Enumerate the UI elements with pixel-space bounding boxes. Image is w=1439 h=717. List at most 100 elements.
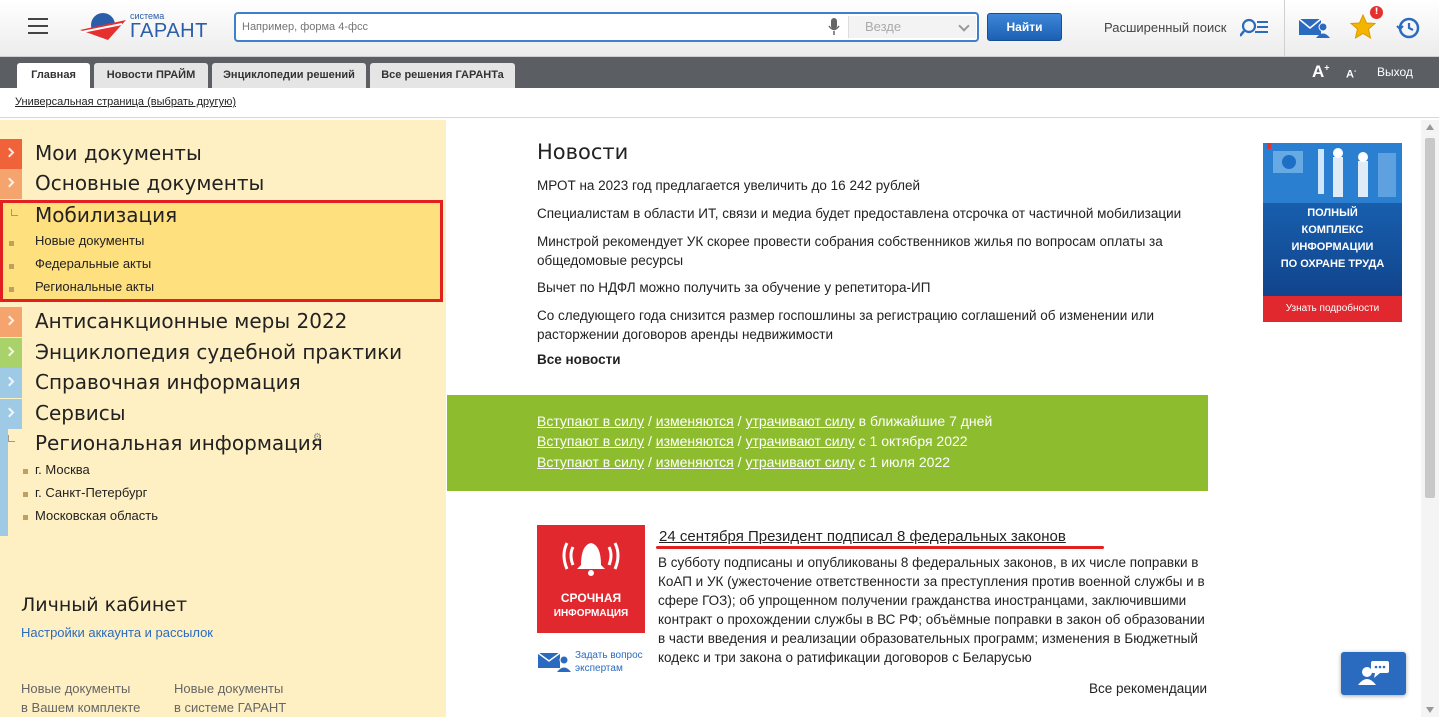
chevron-right-icon: [4, 346, 15, 357]
separator: /: [644, 433, 656, 449]
new-docs-your-kit-line: Новые документы: [21, 681, 131, 696]
lose-force-link[interactable]: утрачивают силу: [745, 454, 854, 470]
microphone-icon[interactable]: [828, 18, 840, 36]
lose-force-link[interactable]: утрачивают силу: [745, 413, 854, 429]
law-changes-band: Вступают в силу / изменяются / утрачиваю…: [447, 395, 1208, 491]
sidebar-item-services[interactable]: Сервисы: [0, 399, 446, 429]
sidebar-item-mobilization[interactable]: Мобилизация: [35, 203, 177, 227]
search-input[interactable]: [242, 18, 822, 36]
changing-link[interactable]: изменяются: [656, 413, 734, 429]
changing-link[interactable]: изменяются: [656, 433, 734, 449]
ask-experts-icon[interactable]: [537, 650, 571, 672]
expanded-corner-icon: [11, 209, 18, 216]
banner-line: ИНФОРМАЦИИ: [1291, 241, 1374, 253]
tab-all-solutions[interactable]: Все решения ГАРАНТа: [370, 63, 515, 88]
sidebar-sub-new-docs[interactable]: Новые документы: [35, 233, 144, 248]
separator: /: [644, 454, 656, 470]
advanced-search-link[interactable]: Расширенный поиск: [1104, 20, 1226, 35]
chevron-down-icon: [958, 20, 970, 32]
banner-details-link[interactable]: Узнать подробности: [1263, 296, 1402, 322]
office-people-illustration: [1263, 143, 1402, 203]
sidebar-item-label: Региональная информация: [35, 431, 323, 455]
scroll-down-icon[interactable]: [1426, 707, 1434, 713]
sidebar-item-antisanctions[interactable]: Антисанкционные меры 2022: [0, 307, 446, 337]
sidebar-item-reference[interactable]: Справочная информация: [0, 368, 446, 398]
sidebar-item-main-documents[interactable]: Основные документы: [0, 169, 446, 199]
news-item[interactable]: Со следующего года снизится размер госпо…: [537, 306, 1197, 344]
sidebar-sub-regional-acts[interactable]: Региональные акты: [35, 279, 154, 294]
font-decrease-button[interactable]: A-: [1346, 68, 1356, 81]
period-label: с 1 октября 2022: [858, 433, 968, 449]
new-docs-your-kit-line: в Вашем комплекте: [21, 700, 141, 715]
sidebar-marker: [0, 338, 22, 368]
advanced-search-icon[interactable]: [1240, 18, 1268, 38]
font-increase-letter: A: [1312, 62, 1325, 81]
logo-big-text: ГАРАНТ: [130, 20, 208, 42]
article-body: В субботу подписаны и опубликованы 8 фед…: [658, 555, 1205, 665]
exit-link[interactable]: Выход: [1377, 65, 1413, 79]
bullet-icon: [9, 241, 14, 246]
ask-experts-link[interactable]: Задать вопрос экспертам: [575, 649, 643, 675]
main-scrollbar[interactable]: [1421, 120, 1439, 717]
personal-cabinet-title: Личный кабинет: [21, 594, 188, 616]
favorites-badge: !: [1370, 6, 1383, 19]
changing-link[interactable]: изменяются: [656, 454, 734, 470]
sidebar-marker: [0, 368, 22, 398]
all-news-link[interactable]: Все новости: [537, 352, 621, 367]
title-highlight-underline: [656, 546, 1104, 549]
article-title-link[interactable]: 24 сентября Президент подписал 8 федерал…: [659, 528, 1066, 545]
banner-line: КОМПЛЕКС: [1301, 224, 1364, 236]
bullet-icon: [23, 492, 28, 497]
news-item[interactable]: Специалистам в области ИТ, связи и медиа…: [537, 204, 1197, 223]
font-increase-button[interactable]: A+: [1312, 62, 1330, 82]
sidebar-item-my-documents[interactable]: Мои документы: [0, 139, 446, 169]
history-icon[interactable]: [1396, 16, 1420, 40]
gear-icon[interactable]: ⚙: [313, 432, 322, 443]
all-recommendations-link[interactable]: Все рекомендации: [1089, 681, 1207, 696]
garant-logo-icon: [80, 13, 126, 40]
account-settings-link[interactable]: Настройки аккаунта и рассылок: [21, 625, 213, 640]
law-changes-row: Вступают в силу / изменяются / утрачиваю…: [537, 454, 950, 470]
sidebar-sub-moscow[interactable]: г. Москва: [35, 462, 90, 477]
news-item[interactable]: Минстрой рекомендует УК скорее провести …: [537, 232, 1197, 270]
sidebar-sub-federal-acts[interactable]: Федеральные акты: [35, 256, 151, 271]
universal-page-link[interactable]: Универсальная страница (выбрать другую): [15, 96, 236, 108]
scroll-up-icon[interactable]: [1426, 124, 1434, 130]
in-force-link[interactable]: Вступают в силу: [537, 413, 644, 429]
sidebar-marker: [0, 139, 22, 169]
sidebar-sub-moscow-region[interactable]: Московская область: [35, 508, 158, 523]
in-force-link[interactable]: Вступают в силу: [537, 433, 644, 449]
bullet-icon: [9, 287, 14, 292]
chevron-right-icon: [4, 376, 15, 387]
bullet-icon: [23, 469, 28, 474]
labor-safety-banner[interactable]: ПОЛНЫЙ КОМПЛЕКС ИНФОРМАЦИИ ПО ОХРАНЕ ТРУ…: [1263, 143, 1402, 322]
sidebar-sub-spb[interactable]: г. Санкт-Петербург: [35, 485, 147, 500]
tab-encyclopedia[interactable]: Энциклопедии решений: [212, 63, 366, 88]
news-item[interactable]: Вычет по НДФЛ можно получить за обучение…: [537, 278, 1197, 297]
news-title: Новости: [537, 140, 629, 164]
in-force-link[interactable]: Вступают в силу: [537, 454, 644, 470]
ask-experts-line: Задать вопрос: [575, 650, 643, 661]
separator: /: [644, 413, 656, 429]
law-changes-row: Вступают в силу / изменяются / утрачиваю…: [537, 413, 992, 429]
top-header: система ГАРАНТ Везде Найти Расширенный п…: [0, 0, 1439, 57]
garant-logo[interactable]: система ГАРАНТ: [78, 11, 210, 44]
scroll-thumb[interactable]: [1425, 138, 1435, 498]
menu-icon[interactable]: [28, 18, 48, 34]
tab-news-prime[interactable]: Новости ПРАЙМ: [94, 63, 208, 88]
new-docs-garant-link[interactable]: Новые документы в системе ГАРАНТ: [174, 679, 286, 717]
urgent-info-image[interactable]: СРОЧНАЯ ИНФОРМАЦИЯ: [537, 525, 645, 633]
new-docs-your-kit-link[interactable]: Новые документы в Вашем комплекте: [21, 679, 140, 717]
sidebar-item-judicial-encyclopedia[interactable]: Энциклопедия судебной практики: [0, 338, 446, 368]
lose-force-link[interactable]: утрачивают силу: [745, 433, 854, 449]
expanded-corner-icon: [8, 435, 15, 442]
find-button[interactable]: Найти: [987, 13, 1062, 41]
chat-button[interactable]: [1341, 652, 1406, 695]
header-divider: [1284, 0, 1285, 57]
news-item[interactable]: МРОТ на 2023 год предлагается увеличить …: [537, 176, 1197, 195]
search-scope-select[interactable]: Везде: [848, 16, 976, 38]
sidebar-item-label: Сервисы: [35, 401, 126, 425]
mail-expert-icon[interactable]: [1298, 16, 1330, 38]
tab-main[interactable]: Главная: [17, 63, 90, 88]
urgent-info-line: ИНФОРМАЦИЯ: [553, 608, 629, 619]
